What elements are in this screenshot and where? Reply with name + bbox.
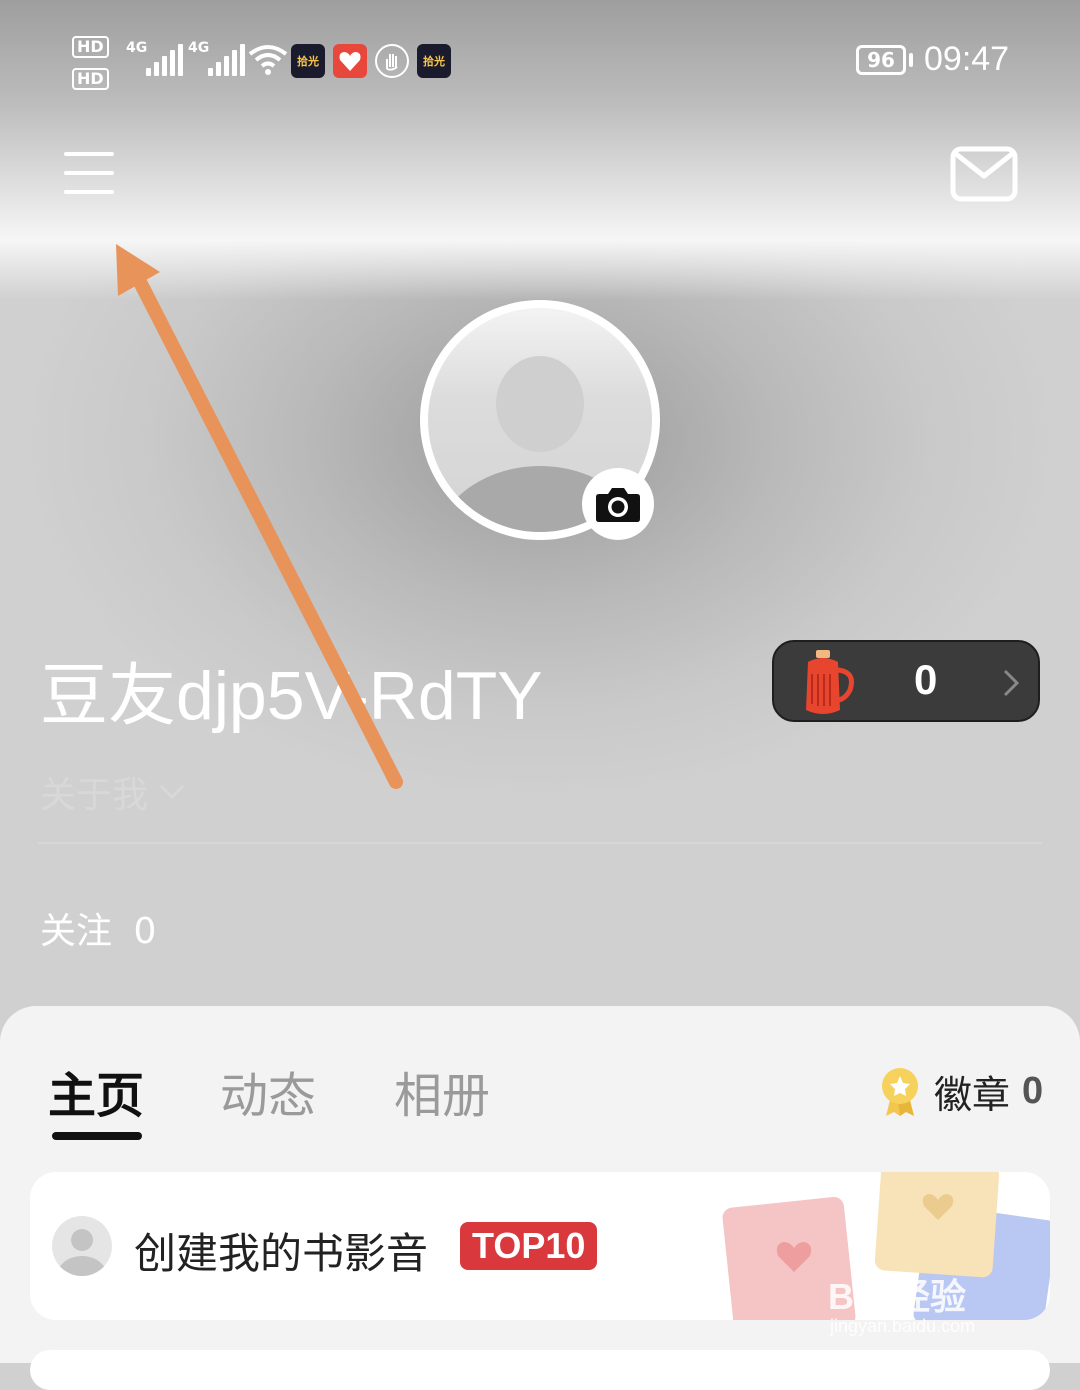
badges-link[interactable]: 徽章 0 <box>878 1064 1043 1119</box>
tab-home[interactable]: 主页 <box>48 1056 144 1126</box>
active-tab-indicator <box>52 1132 142 1140</box>
user-placeholder-icon <box>56 1229 108 1276</box>
card-avatar <box>52 1216 112 1276</box>
watermark-url: jingyan.baidu.com <box>830 1316 976 1336</box>
tab-activity[interactable]: 动态 <box>220 1056 316 1126</box>
medal-icon <box>882 1067 918 1116</box>
tab-album[interactable]: 相册 <box>394 1056 490 1126</box>
badges-label: 徽章 <box>934 1073 1011 1117</box>
top10-tag: TOP10 <box>460 1222 598 1270</box>
watermark: Bai 经验 <box>828 1276 967 1317</box>
card-title: 创建我的书影音 <box>134 1229 429 1278</box>
badges-count: 0 <box>1022 1070 1044 1112</box>
next-card[interactable] <box>30 1350 1050 1390</box>
